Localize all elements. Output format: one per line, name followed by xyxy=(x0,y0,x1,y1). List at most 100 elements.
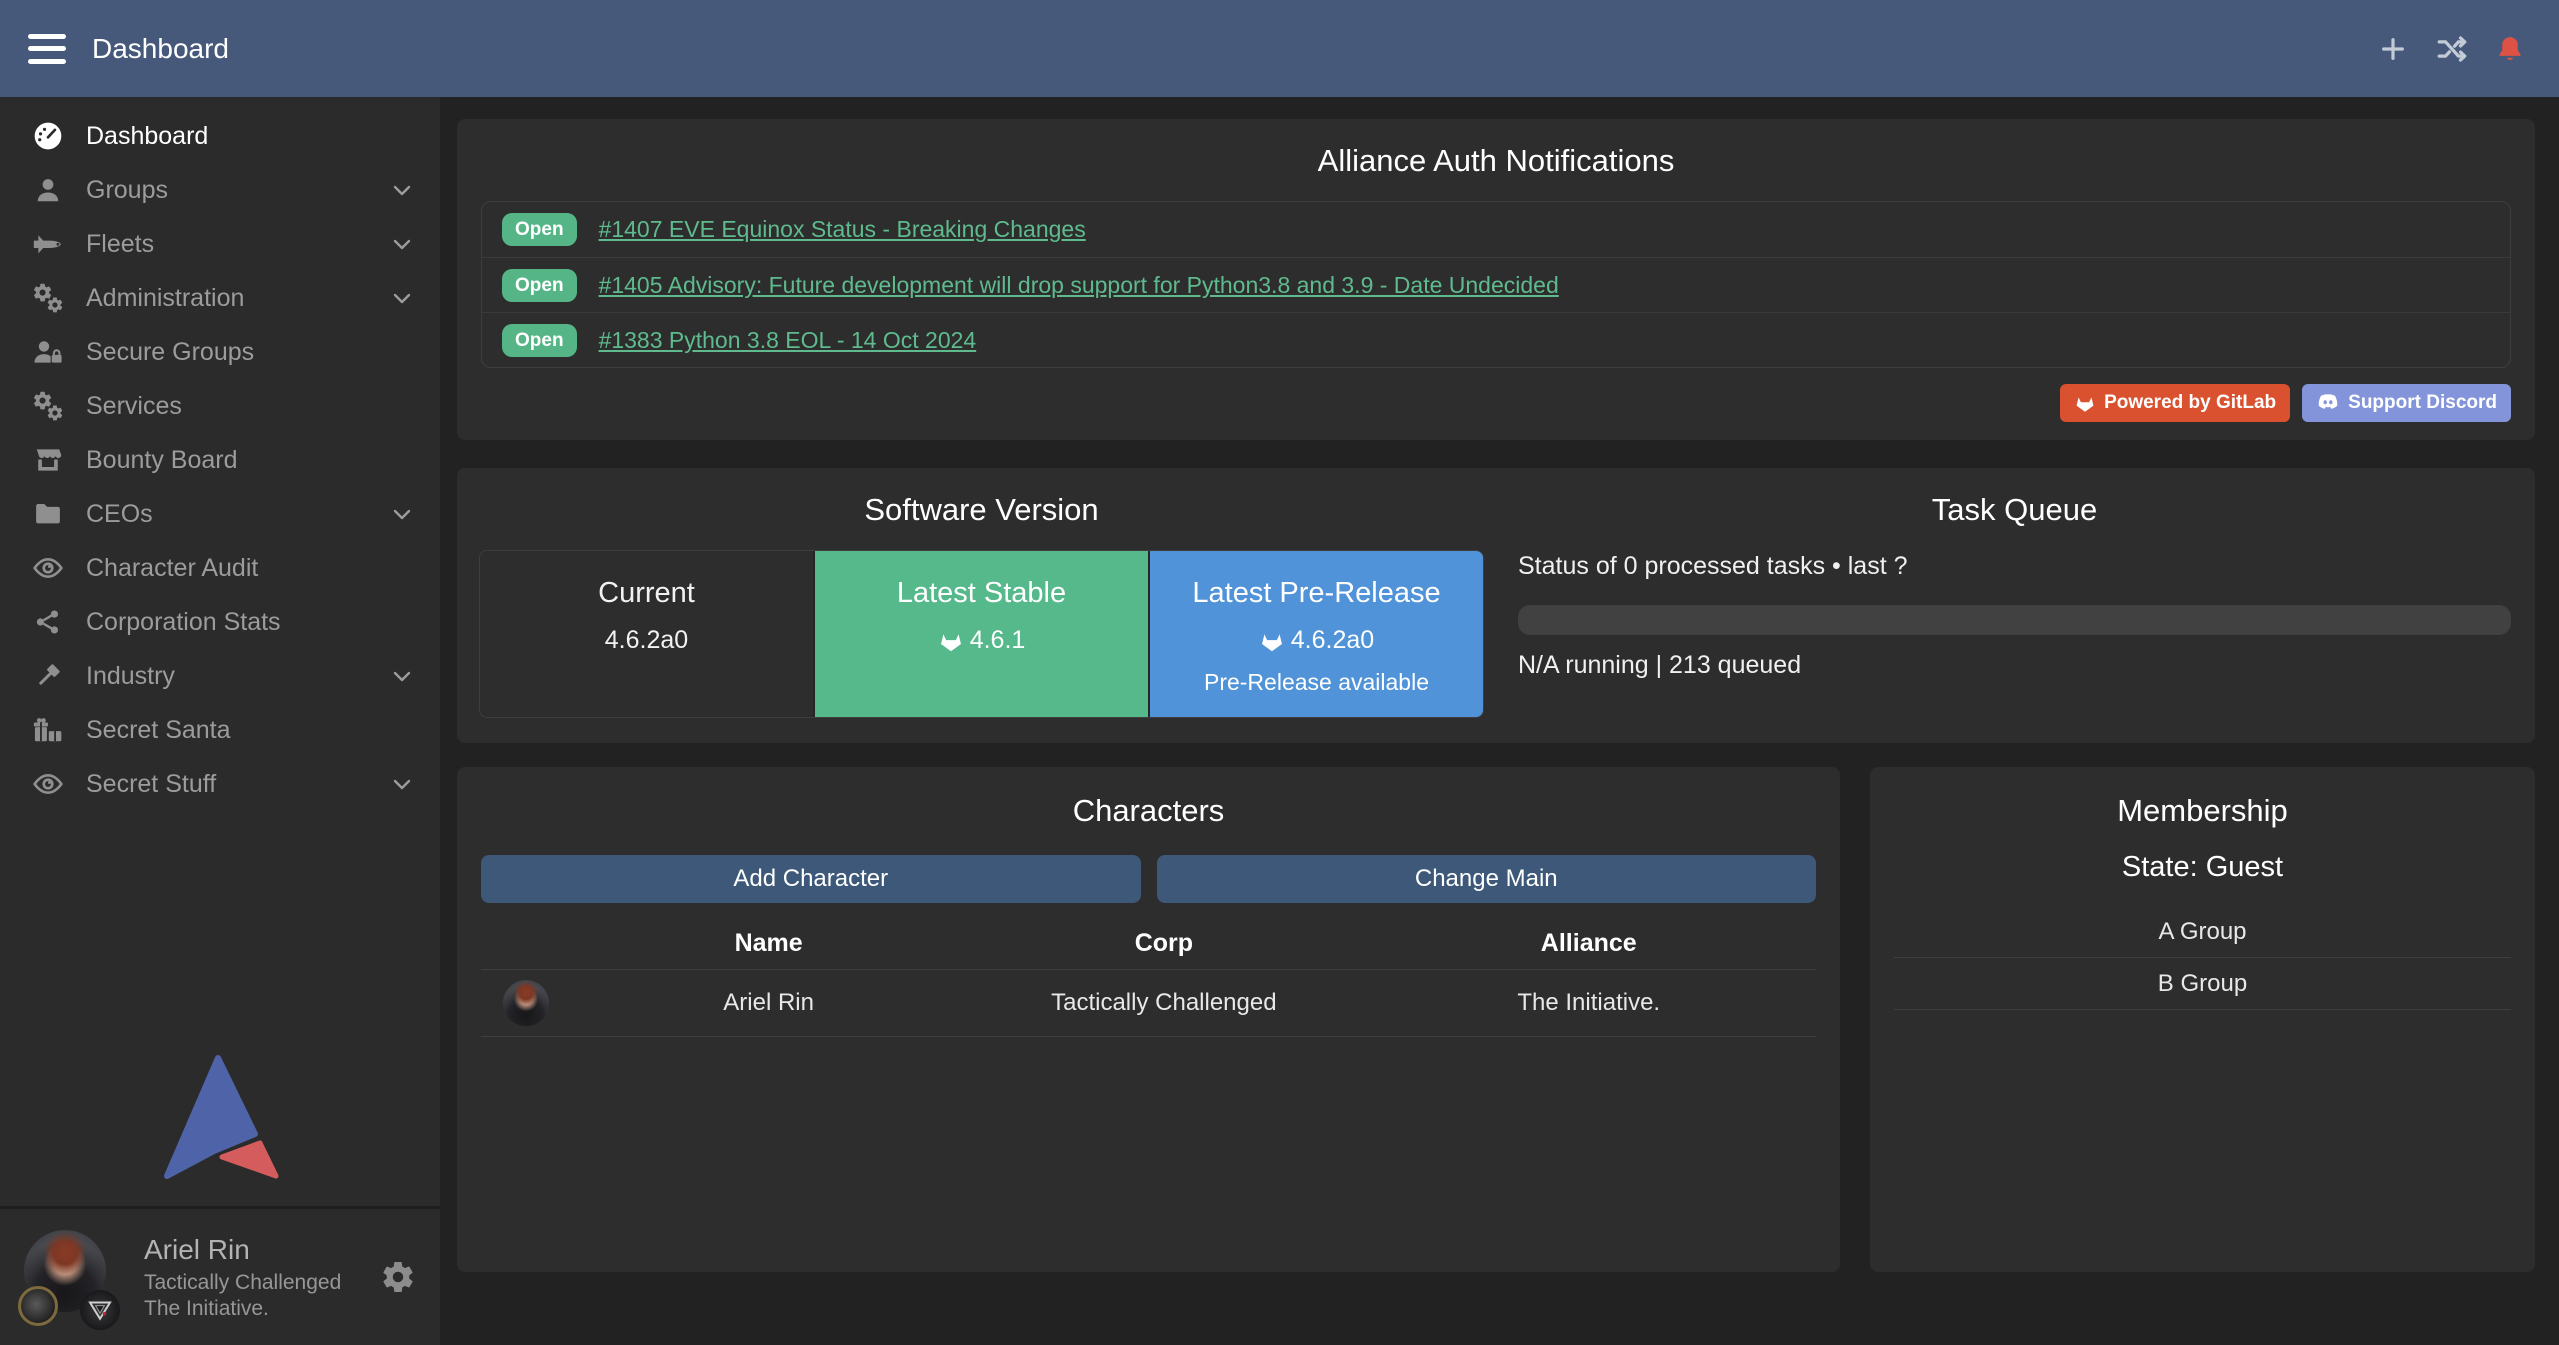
character-avatar xyxy=(503,980,549,1026)
list-item-group: A Group xyxy=(1894,906,2511,958)
sidebar-item-industry[interactable]: Industry xyxy=(0,649,440,703)
sidebar-item-label: Industry xyxy=(86,662,175,691)
characters-title: Characters xyxy=(481,793,1816,829)
user-panel: Ariel Rin Tactically Challenged The Init… xyxy=(0,1206,440,1345)
store-icon xyxy=(28,445,68,475)
notifications-list: Open #1407 EVE Equinox Status - Breaking… xyxy=(481,201,2511,368)
notification-row: Open #1383 Python 3.8 EOL - 14 Oct 2024 xyxy=(482,312,2510,367)
change-main-button[interactable]: Change Main xyxy=(1157,855,1817,903)
user-name: Ariel Rin xyxy=(144,1232,341,1267)
alliance-logo-badge xyxy=(80,1290,120,1330)
page-title: Dashboard xyxy=(92,33,229,65)
status-badge: Open xyxy=(502,324,577,357)
sidebar-item-ceos[interactable]: CEOs xyxy=(0,487,440,541)
shuffle-icon[interactable] xyxy=(2435,32,2469,66)
main-content: Alliance Auth Notifications Open #1407 E… xyxy=(440,97,2559,1345)
alliance-auth-app: Dashboard Dashboard Groups xyxy=(0,0,2559,1345)
status-badge: Open xyxy=(502,213,577,246)
eye-icon xyxy=(28,552,68,584)
chevron-down-icon xyxy=(390,502,414,526)
hammer-icon xyxy=(28,661,68,691)
alliance-auth-logo xyxy=(0,1054,440,1206)
gitlab-icon xyxy=(1259,628,1285,654)
sidebar-item-label: Secret Santa xyxy=(86,716,231,745)
list-item-group: B Group xyxy=(1894,958,2511,1010)
notification-row: Open #1407 EVE Equinox Status - Breaking… xyxy=(482,202,2510,257)
character-corp: Tactically Challenged xyxy=(966,989,1361,1017)
column-header-alliance: Alliance xyxy=(1361,929,1816,958)
version-cell-latest-prerelease: Latest Pre-Release 4.6.2a0 Pre-Release a… xyxy=(1148,551,1483,717)
task-queue-title: Task Queue xyxy=(1518,492,2511,528)
version-cell-current: Current 4.6.2a0 xyxy=(480,551,813,717)
gitlab-icon xyxy=(2074,392,2096,414)
user-alliance: The Initiative. xyxy=(144,1296,341,1322)
gitlab-icon xyxy=(938,628,964,654)
status-badge: Open xyxy=(502,269,577,302)
sidebar-item-label: CEOs xyxy=(86,500,153,529)
column-header-name: Name xyxy=(571,929,966,958)
user-corporation: Tactically Challenged xyxy=(144,1270,341,1296)
plus-icon[interactable] xyxy=(2377,33,2409,65)
notifications-title: Alliance Auth Notifications xyxy=(481,143,2511,179)
task-queue-counts: N/A running | 213 queued xyxy=(1518,651,2511,680)
support-discord-badge[interactable]: Support Discord xyxy=(2302,384,2511,422)
sidebar-nav: Dashboard Groups Fleets Ad xyxy=(0,97,440,811)
task-queue-status: Status of 0 processed tasks • last ? xyxy=(1518,552,2511,581)
sidebar-item-label: Groups xyxy=(86,176,168,205)
corp-logo-badge xyxy=(18,1286,58,1326)
dashboard-icon xyxy=(28,120,68,152)
column-header-corp: Corp xyxy=(966,929,1361,958)
membership-state: State: Guest xyxy=(1894,851,2511,884)
sidebar-item-label: Secure Groups xyxy=(86,338,254,367)
top-navbar: Dashboard xyxy=(0,0,2559,97)
sidebar-item-label: Services xyxy=(86,392,182,421)
powered-by-gitlab-badge[interactable]: Powered by GitLab xyxy=(2060,384,2290,422)
notification-link[interactable]: #1405 Advisory: Future development will … xyxy=(599,272,1559,299)
character-alliance: The Initiative. xyxy=(1361,989,1816,1017)
task-queue-section: Task Queue Status of 0 processed tasks •… xyxy=(1496,468,2535,743)
sidebar: Dashboard Groups Fleets Ad xyxy=(0,97,440,1345)
notification-link[interactable]: #1383 Python 3.8 EOL - 14 Oct 2024 xyxy=(599,327,977,354)
membership-panel: Membership State: Guest A Group B Group xyxy=(1870,767,2535,1272)
sidebar-item-dashboard[interactable]: Dashboard xyxy=(0,109,440,163)
characters-panel: Characters Add Character Change Main Nam… xyxy=(457,767,1840,1272)
menu-icon[interactable] xyxy=(28,34,66,64)
sidebar-item-bounty-board[interactable]: Bounty Board xyxy=(0,433,440,487)
chevron-down-icon xyxy=(390,772,414,796)
user-lock-icon xyxy=(28,336,68,368)
sidebar-item-groups[interactable]: Groups xyxy=(0,163,440,217)
sidebar-item-label: Bounty Board xyxy=(86,446,238,475)
sidebar-item-character-audit[interactable]: Character Audit xyxy=(0,541,440,595)
jet-icon xyxy=(28,227,68,261)
gears-icon xyxy=(28,282,68,314)
task-progress-bar xyxy=(1518,605,2511,635)
software-version-section: Software Version Current 4.6.2a0 Latest … xyxy=(457,468,1496,743)
sidebar-item-secure-groups[interactable]: Secure Groups xyxy=(0,325,440,379)
sidebar-item-secret-stuff[interactable]: Secret Stuff xyxy=(0,757,440,811)
navbar-actions xyxy=(2377,32,2525,66)
sidebar-item-fleets[interactable]: Fleets xyxy=(0,217,440,271)
character-name: Ariel Rin xyxy=(571,989,966,1017)
sidebar-item-secret-santa[interactable]: Secret Santa xyxy=(0,703,440,757)
eye-icon xyxy=(28,768,68,800)
version-cell-latest-stable: Latest Stable 4.6.1 xyxy=(813,551,1148,717)
sidebar-item-corporation-stats[interactable]: Corporation Stats xyxy=(0,595,440,649)
software-version-title: Software Version xyxy=(479,492,1484,528)
user-icon xyxy=(28,175,68,205)
sidebar-item-label: Dashboard xyxy=(86,122,208,151)
sidebar-item-label: Character Audit xyxy=(86,554,258,583)
sidebar-item-label: Corporation Stats xyxy=(86,608,281,637)
sidebar-item-services[interactable]: Services xyxy=(0,379,440,433)
sidebar-item-label: Fleets xyxy=(86,230,154,259)
settings-gear-icon[interactable] xyxy=(380,1259,416,1295)
sidebar-item-administration[interactable]: Administration xyxy=(0,271,440,325)
notification-row: Open #1405 Advisory: Future development … xyxy=(482,257,2510,312)
bell-icon[interactable] xyxy=(2495,34,2525,64)
chevron-down-icon xyxy=(390,664,414,688)
notification-link[interactable]: #1407 EVE Equinox Status - Breaking Chan… xyxy=(599,216,1086,243)
sidebar-item-label: Secret Stuff xyxy=(86,770,216,799)
chevron-down-icon xyxy=(390,232,414,256)
add-character-button[interactable]: Add Character xyxy=(481,855,1141,903)
chevron-down-icon xyxy=(390,178,414,202)
gifts-icon xyxy=(28,714,68,746)
